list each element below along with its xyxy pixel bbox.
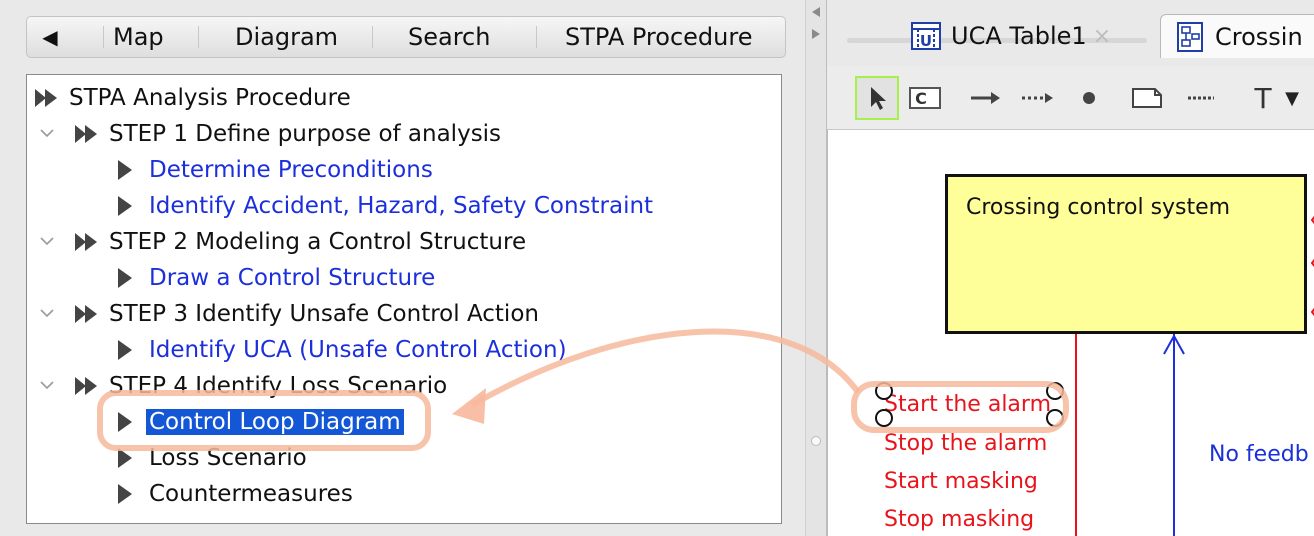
dashed-line-icon — [1188, 96, 1214, 100]
tab-diagram[interactable]: Diagram — [235, 17, 338, 57]
tree-item-step4[interactable]: STEP 4 Identify Loss Scenario — [73, 369, 447, 403]
double-triangle-icon — [75, 233, 97, 251]
tree-item-root[interactable]: STPA Analysis Procedure — [33, 81, 351, 115]
double-triangle-icon — [35, 89, 57, 107]
triangle-right-icon — [118, 196, 132, 216]
double-triangle-icon — [75, 125, 97, 143]
svg-text:C: C — [915, 89, 927, 108]
tree-item-step3[interactable]: STEP 3 Identify Unsafe Control Action — [73, 297, 539, 331]
tree-item-countermeasures[interactable]: Countermeasures — [115, 477, 353, 511]
tab-map[interactable]: Map — [113, 17, 164, 57]
point-icon — [1083, 92, 1095, 104]
diagram-toolbar: C T ▼ — [827, 66, 1314, 130]
tree-item-label: Draw a Control Structure — [149, 265, 436, 291]
component-icon: C — [909, 87, 941, 109]
resize-handle[interactable] — [875, 409, 893, 427]
point-tool[interactable] — [1067, 76, 1111, 120]
editor-tab-uca-table[interactable]: U UCA Table1 × — [909, 14, 1147, 58]
resize-handle[interactable] — [1046, 409, 1064, 427]
chevron-down-icon[interactable] — [39, 125, 55, 141]
tab-search[interactable]: Search — [408, 17, 490, 57]
collapse-left-icon[interactable] — [810, 6, 822, 18]
close-icon[interactable]: × — [1093, 24, 1111, 49]
tree-item-label: Identify UCA (Unsafe Control Action) — [149, 337, 567, 363]
tab-separator — [372, 26, 373, 48]
tree-item-identify-accident[interactable]: Identify Accident, Hazard, Safety Constr… — [115, 189, 653, 223]
dashed-line-tool[interactable] — [1179, 76, 1223, 120]
triangle-right-icon — [118, 340, 132, 360]
tree-item-loss-scenario[interactable]: Loss Scenario — [115, 441, 307, 475]
more-tools-dropdown[interactable]: ▼ — [1277, 76, 1307, 120]
back-arrow-icon[interactable]: ◀ — [27, 17, 73, 57]
select-pointer-tool[interactable] — [855, 76, 899, 120]
expand-right-icon[interactable] — [810, 28, 822, 40]
tree-item-label: STPA Analysis Procedure — [69, 85, 351, 111]
arrow-tool[interactable] — [963, 76, 1007, 120]
triangle-right-icon — [118, 412, 132, 432]
double-triangle-icon — [75, 377, 97, 395]
diagram-icon — [1177, 21, 1203, 52]
tree-item-label: STEP 1 Define purpose of analysis — [109, 121, 502, 147]
tree-item-control-loop-diagram[interactable]: Control Loop Diagram — [115, 405, 404, 439]
select-pointer-icon — [871, 87, 886, 110]
chevron-down-icon[interactable] — [39, 305, 55, 321]
text-icon: T — [1254, 81, 1272, 115]
dropdown-icon: ▼ — [1285, 87, 1299, 109]
component-tool[interactable]: C — [903, 76, 947, 120]
editor-tab-crossing[interactable]: Crossin — [1160, 14, 1314, 58]
tab-separator — [536, 26, 537, 48]
tab-separator — [103, 26, 104, 48]
triangle-right-icon — [118, 484, 132, 504]
note-icon — [1132, 88, 1162, 108]
double-triangle-icon — [75, 305, 97, 323]
tree-item-draw-control-structure[interactable]: Draw a Control Structure — [115, 261, 435, 295]
resize-handle[interactable] — [875, 382, 893, 400]
tree-item-identify-uca[interactable]: Identify UCA (Unsafe Control Action) — [115, 333, 567, 367]
note-tool[interactable] — [1125, 76, 1169, 120]
editor-pane: U UCA Table1 × Crossin C T ▼ Crossing co… — [827, 0, 1314, 536]
tab-separator — [198, 26, 199, 48]
view-tabs-bar: ◀ Map Diagram Search STPA Procedure — [26, 16, 786, 58]
tree-item-label: STEP 3 Identify Unsafe Control Action — [109, 301, 539, 327]
triangle-right-icon — [118, 448, 132, 468]
tree-item-label: Countermeasures — [149, 481, 353, 507]
editor-tab-label: UCA Table1 — [951, 22, 1087, 50]
svg-text:U: U — [920, 32, 932, 50]
diagram-canvas[interactable]: Crossing control system Start the alarm … — [827, 130, 1314, 536]
dotted-arrow-tool[interactable] — [1015, 76, 1059, 120]
tree-item-label: Loss Scenario — [149, 445, 307, 471]
editor-tab-label: Crossin — [1215, 22, 1303, 51]
resize-handle[interactable] — [1046, 382, 1064, 400]
chevron-down-icon[interactable] — [39, 233, 55, 249]
tree-item-step2[interactable]: STEP 2 Modeling a Control Structure — [73, 225, 526, 259]
left-pane: ◀ Map Diagram Search STPA Procedure STPA… — [0, 0, 805, 536]
chevron-down-icon[interactable] — [39, 377, 55, 393]
uca-table-icon: U — [911, 22, 941, 50]
arrow-icon — [971, 92, 1000, 104]
tree-item-label: STEP 4 Identify Loss Scenario — [109, 373, 448, 399]
tree-item-label: STEP 2 Modeling a Control Structure — [109, 229, 527, 255]
splitter-grip[interactable] — [811, 436, 821, 446]
tree-item-label-selected: Control Loop Diagram — [146, 409, 404, 435]
tree-item-determine-preconditions[interactable]: Determine Preconditions — [115, 153, 433, 187]
dotted-arrow-icon — [1022, 93, 1053, 103]
triangle-right-icon — [118, 268, 132, 288]
tree-item-label: Determine Preconditions — [149, 157, 433, 183]
tab-stpa-procedure[interactable]: STPA Procedure — [565, 17, 752, 57]
procedure-tree[interactable]: STPA Analysis Procedure STEP 1 Define pu… — [26, 74, 782, 524]
tree-item-label: Identify Accident, Hazard, Safety Constr… — [149, 193, 654, 219]
selection-handles — [875, 382, 1064, 427]
pane-splitter[interactable] — [805, 0, 827, 536]
triangle-right-icon — [118, 160, 132, 180]
tree-item-step1[interactable]: STEP 1 Define purpose of analysis — [73, 117, 501, 151]
